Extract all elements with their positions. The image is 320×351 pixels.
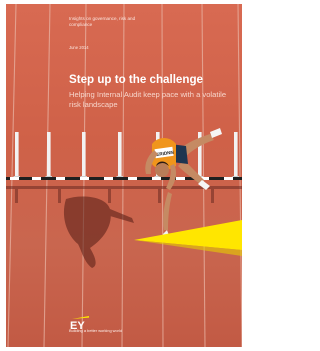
report-cover: ERIDNN Insights on governance, risk and … [6,4,242,347]
athlete-shadow [63,196,134,268]
report-title: Step up to the challenge [69,73,203,86]
track-lane-lines [7,4,242,347]
publication-date: June 2014 [69,45,89,50]
series-label: Insights on governance, risk and complia… [69,16,136,27]
cover-photo: ERIDNN [6,4,242,347]
athlete-figure: ERIDNN [145,128,222,242]
brand-tagline: Building a better working world [69,328,122,333]
ey-logo-beam [72,316,89,319]
report-subtitle: Helping Internal Audit keep pace with a … [69,90,227,109]
